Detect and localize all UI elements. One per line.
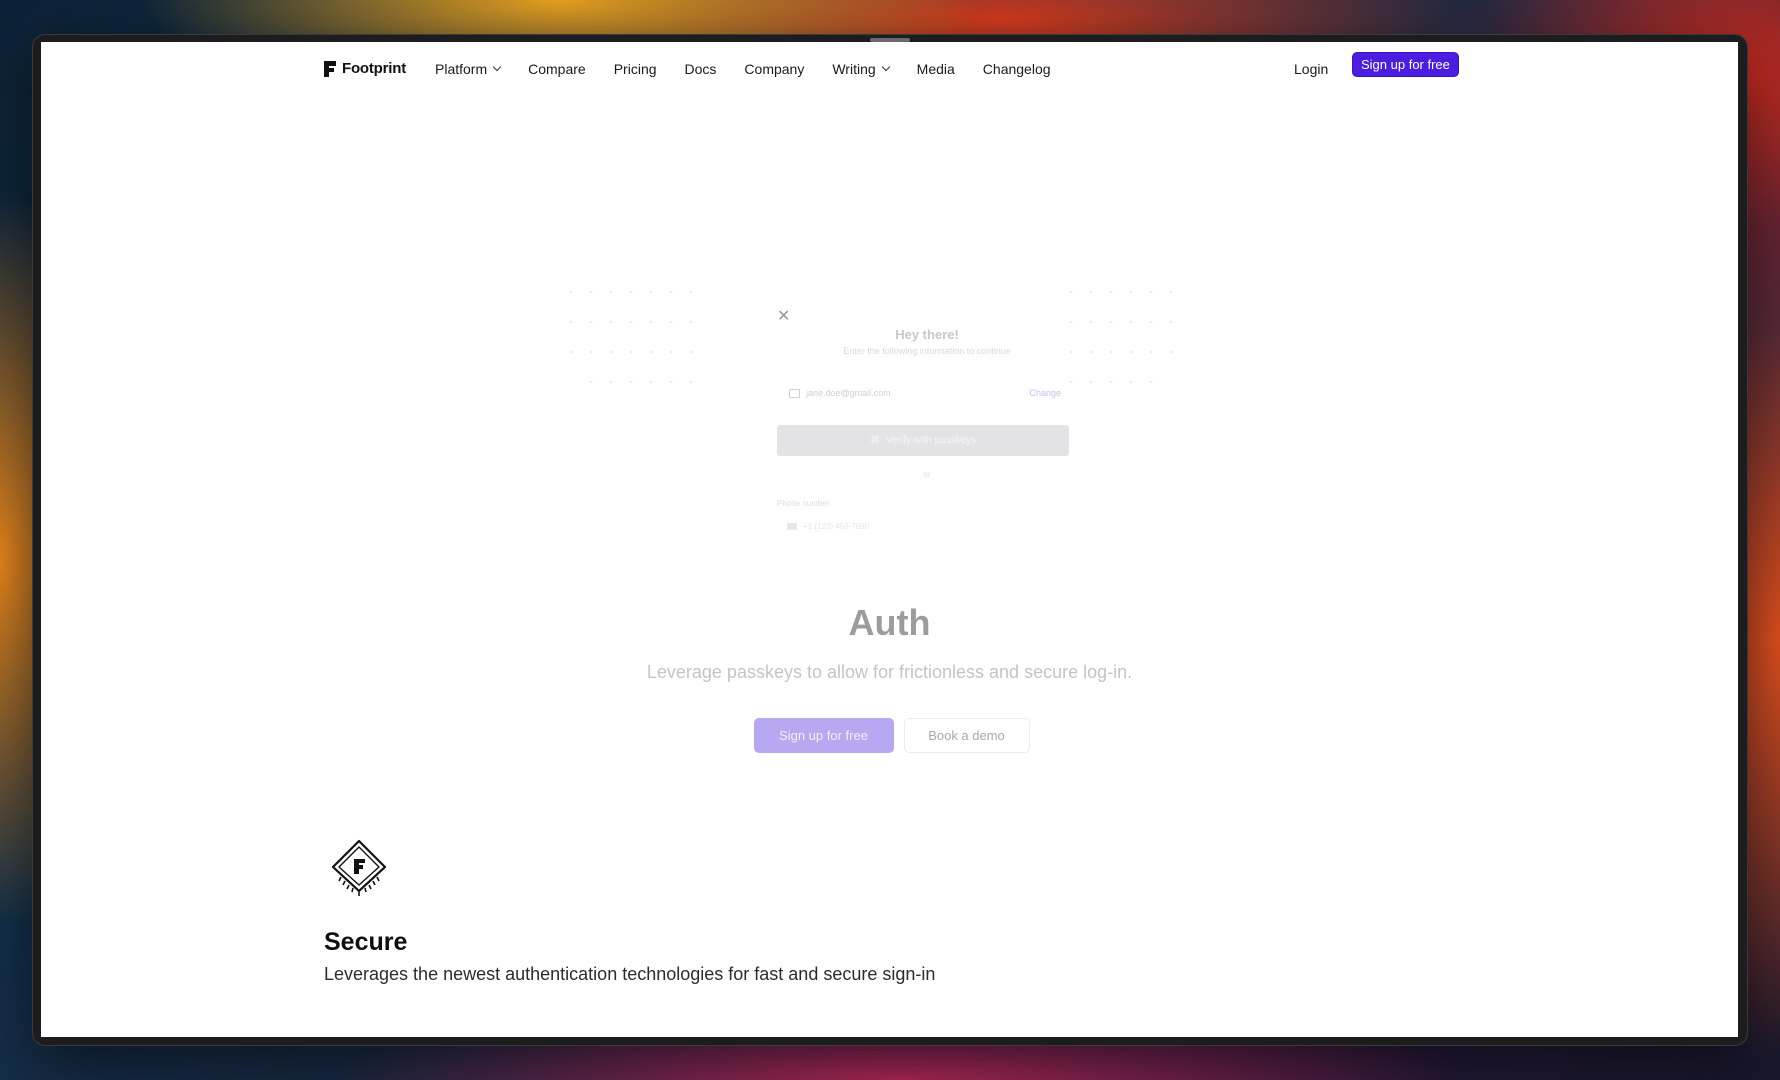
- verify-passkeys-label: Verify with passkeys: [885, 435, 977, 446]
- top-navigation: Footprint Platform Compare Pricing Docs …: [41, 42, 1738, 94]
- dot-pattern-right-icon: [1069, 290, 1173, 384]
- nav-item-label: Compare: [528, 61, 586, 77]
- footprint-logo-icon: [324, 60, 336, 77]
- flag-icon: [787, 523, 797, 530]
- nav-item-platform[interactable]: Platform: [435, 61, 502, 77]
- feature-title: Secure: [324, 928, 408, 956]
- nav-item-label: Docs: [684, 61, 717, 77]
- phone-placeholder: +1 (123) 456-7890: [803, 522, 870, 531]
- envelope-icon: [789, 388, 800, 398]
- signup-button[interactable]: Sign up for free: [1352, 52, 1459, 77]
- nav-links: Platform Compare Pricing Docs Company Wr…: [435, 61, 1079, 77]
- nav-item-label: Pricing: [613, 61, 657, 77]
- nav-item-company[interactable]: Company: [744, 61, 804, 77]
- hero-title: Auth: [848, 602, 931, 643]
- nav-item-writing[interactable]: Writing: [832, 61, 890, 77]
- phone-label: Phone number: [777, 499, 830, 508]
- modal-title: Hey there!: [895, 327, 959, 342]
- chip-icon: [331, 839, 387, 896]
- nav-item-label: Company: [744, 61, 805, 77]
- brand-name: Footprint: [342, 60, 407, 77]
- laptop-frame: Footprint Platform Compare Pricing Docs …: [33, 35, 1747, 1045]
- book-demo-button[interactable]: Book a demo: [903, 718, 1030, 753]
- hero-description: Leverage passkeys to allow for frictionl…: [646, 662, 1133, 682]
- nav-item-label: Changelog: [982, 61, 1051, 77]
- chevron-down-icon: [881, 62, 890, 72]
- nav-item-label: Writing: [832, 61, 876, 77]
- nav-item-label: Platform: [435, 61, 488, 77]
- email-value: jane.doe@gmail.com: [806, 388, 891, 398]
- change-email-link[interactable]: Change: [1029, 388, 1061, 398]
- hero-actions: Sign up for free Book a demo: [41, 718, 1738, 753]
- dot-pattern-left-icon: [569, 290, 693, 384]
- hero-signup-button[interactable]: Sign up for free: [753, 718, 894, 753]
- close-icon[interactable]: ✕: [777, 306, 790, 326]
- browser-viewport: Footprint Platform Compare Pricing Docs …: [41, 42, 1738, 1037]
- feature-description: Leverages the newest authentication tech…: [324, 964, 936, 984]
- nav-item-compare[interactable]: Compare: [528, 61, 586, 77]
- modal-subtitle: Enter the following information to conti…: [843, 346, 1011, 356]
- nav-item-media[interactable]: Media: [917, 61, 955, 77]
- nav-item-pricing[interactable]: Pricing: [614, 61, 657, 77]
- or-divider: or: [923, 470, 931, 479]
- verify-passkeys-button[interactable]: ⌘ Verify with passkeys: [777, 425, 1069, 456]
- phone-field[interactable]: +1 (123) 456-7890: [787, 522, 869, 531]
- email-field[interactable]: jane.doe@gmail.com Change: [777, 378, 1067, 408]
- login-link[interactable]: Login: [1294, 61, 1328, 77]
- chevron-down-icon: [492, 62, 502, 72]
- login-modal-preview: ✕ Hey there! Enter the following informa…: [777, 294, 1077, 574]
- nav-item-label: Media: [916, 61, 955, 77]
- passkey-icon: ⌘: [869, 435, 880, 446]
- brand-logo[interactable]: Footprint: [324, 60, 406, 77]
- nav-item-docs[interactable]: Docs: [685, 61, 717, 77]
- nav-item-changelog[interactable]: Changelog: [983, 61, 1051, 77]
